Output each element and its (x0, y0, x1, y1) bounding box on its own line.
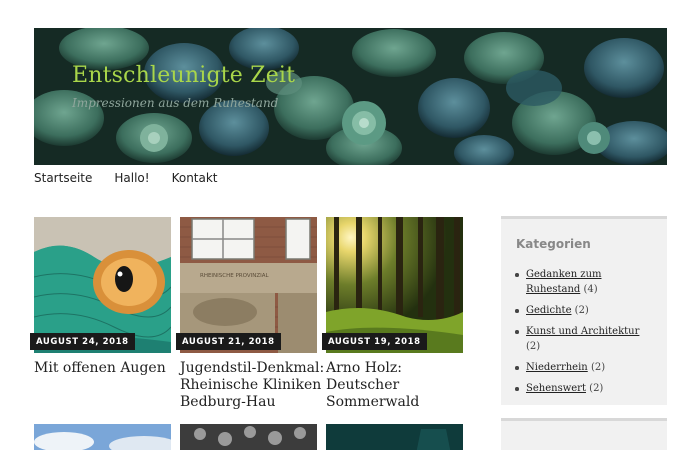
post-title[interactable]: Jugendstil-Denkmal: Rheinische Kliniken … (180, 360, 325, 411)
category-list: Gedanken zum Ruhestand (4) Gedichte (2) … (515, 267, 656, 402)
category-count: (2) (589, 383, 604, 394)
category-item: Niederrhein (2) (515, 360, 656, 375)
category-item: Kunst und Architektur (2) (515, 324, 656, 354)
svg-text:RHEINISCHE PROVINZIAL: RHEINISCHE PROVINZIAL (200, 273, 270, 279)
category-item: Gedichte (2) (515, 303, 656, 318)
post-title[interactable]: Arno Holz: Deutscher Sommerwald (326, 360, 471, 411)
post-date: AUGUST 24, 2018 (30, 333, 135, 350)
category-link[interactable]: Sehenswert (526, 383, 586, 394)
category-item: Sehenswert (2) (515, 381, 656, 396)
category-count: (2) (574, 305, 589, 316)
nav-item-startseite[interactable]: Startseite (34, 171, 92, 185)
site-title[interactable]: Entschleunigte Zeit (72, 63, 295, 88)
category-item: Gedanken zum Ruhestand (4) (515, 267, 656, 297)
category-count: (2) (526, 341, 541, 352)
category-link[interactable]: Niederrhein (526, 362, 588, 373)
categories-widget: Kategorien Gedanken zum Ruhestand (4) Ge… (501, 216, 667, 405)
main-nav: Startseite Hallo! Kontakt (34, 171, 240, 185)
site-tagline: Impressionen aus dem Ruhestand (72, 96, 279, 110)
nav-item-hallo[interactable]: Hallo! (114, 171, 149, 185)
category-link[interactable]: Kunst und Architektur (526, 326, 639, 337)
category-link[interactable]: Gedichte (526, 305, 571, 316)
nav-item-kontakt[interactable]: Kontakt (172, 171, 218, 185)
post-thumbnail[interactable] (326, 424, 463, 450)
category-count: (4) (583, 284, 598, 295)
post-title[interactable]: Mit offenen Augen (34, 360, 179, 377)
widget-title: Kategorien (516, 237, 591, 251)
post-thumbnail[interactable] (34, 424, 171, 450)
sidebar-widget (501, 418, 667, 450)
category-count: (2) (590, 362, 606, 373)
post-date: AUGUST 19, 2018 (322, 333, 427, 350)
header-banner: Entschleunigte Zeit Impressionen aus dem… (34, 28, 667, 165)
post-thumbnail[interactable] (180, 424, 317, 450)
post-date: AUGUST 21, 2018 (176, 333, 281, 350)
